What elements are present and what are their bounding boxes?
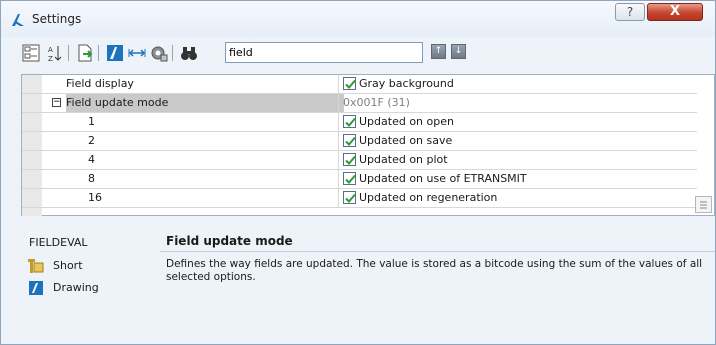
system-variable-name: FIELDEVAL: [29, 236, 88, 249]
grid-resize-grip-icon[interactable]: [695, 196, 712, 213]
toolbar-separator: [68, 45, 69, 61]
scope-info: Drawing: [27, 280, 137, 296]
row-value-cell: Updated on regeneration: [338, 189, 696, 207]
scope-label: Drawing: [53, 281, 99, 294]
find-next-button[interactable]: ↓: [451, 44, 466, 59]
drawing-scope-icon: [27, 280, 45, 296]
checkbox[interactable]: [343, 171, 356, 185]
search-input[interactable]: [225, 42, 423, 63]
settings-grid: Field display Gray background − Field up…: [21, 74, 715, 216]
row-name: 8: [88, 172, 95, 185]
row-value-cell: Gray background: [338, 75, 696, 93]
alphabetic-view-icon[interactable]: AZ: [45, 43, 65, 63]
settings-window: Settings ? X AZ ↑ ↓: [0, 0, 716, 345]
find-previous-button[interactable]: ↑: [431, 44, 446, 59]
row-value: Updated on use of ETRANSMIT: [359, 172, 527, 185]
title-bar: Settings ? X: [1, 1, 715, 37]
toolbar: AZ ↑ ↓: [21, 41, 701, 65]
window-title: Settings: [32, 12, 82, 26]
row-name: Field update mode: [66, 94, 344, 112]
row-value-cell: Updated on open: [338, 113, 696, 131]
settings-gear-icon[interactable]: [149, 43, 169, 63]
categorized-view-icon[interactable]: [21, 43, 41, 63]
help-button[interactable]: ?: [615, 3, 645, 21]
close-button[interactable]: X: [647, 3, 703, 21]
toolbar-separator: [172, 45, 173, 61]
row-name: 2: [88, 134, 95, 147]
grid-row-expanded[interactable]: − Field update mode 0x001F (31): [22, 94, 697, 113]
row-value: Updated on open: [359, 115, 454, 128]
row-name: 4: [88, 153, 95, 166]
row-name: 1: [88, 115, 95, 128]
svg-text:A: A: [48, 46, 53, 54]
grid-row[interactable]: 8 Updated on use of ETRANSMIT: [22, 170, 697, 189]
expand-width-icon[interactable]: [127, 43, 147, 63]
grid-row[interactable]: Field display Gray background: [22, 75, 697, 94]
grid-row[interactable]: 1 Updated on open: [22, 113, 697, 132]
row-value-cell: Updated on use of ETRANSMIT: [338, 170, 696, 188]
description-text: Defines the way fields are updated. The …: [166, 258, 703, 283]
row-value: Gray background: [359, 77, 454, 90]
row-name: 16: [88, 191, 102, 204]
export-icon[interactable]: [75, 43, 95, 63]
checkbox[interactable]: [343, 133, 356, 147]
app-logo-icon: [10, 12, 26, 28]
row-name: Field display: [66, 77, 134, 90]
row-value: 0x001F (31): [343, 96, 410, 109]
grid-row[interactable]: 16 Updated on regeneration: [22, 189, 697, 208]
grid-row[interactable]: 4 Updated on plot: [22, 151, 697, 170]
type-info: Short: [27, 258, 137, 274]
description-title: Field update mode: [166, 234, 293, 248]
toolbar-separator: [98, 45, 99, 61]
find-binoculars-icon[interactable]: [179, 43, 199, 63]
drawing-scope-icon[interactable]: [105, 43, 125, 63]
type-label: Short: [53, 259, 83, 272]
collapse-toggle[interactable]: −: [52, 98, 61, 107]
checkbox[interactable]: [343, 190, 356, 204]
checkbox[interactable]: [343, 76, 356, 90]
row-value: Updated on save: [359, 134, 453, 147]
grid-row[interactable]: 2 Updated on save: [22, 132, 697, 151]
type-short-icon: [27, 258, 45, 274]
svg-text:Z: Z: [48, 55, 53, 63]
row-value-cell: Updated on plot: [338, 151, 696, 169]
row-value: Updated on regeneration: [359, 191, 498, 204]
divider: [160, 251, 715, 252]
row-value: Updated on plot: [359, 153, 448, 166]
row-value-cell: 0x001F (31): [338, 94, 696, 112]
checkbox[interactable]: [343, 152, 356, 166]
details-pane: FIELDEVAL Short Drawing Field update mod…: [21, 222, 715, 342]
checkbox[interactable]: [343, 114, 356, 128]
row-value-cell: Updated on save: [338, 132, 696, 150]
